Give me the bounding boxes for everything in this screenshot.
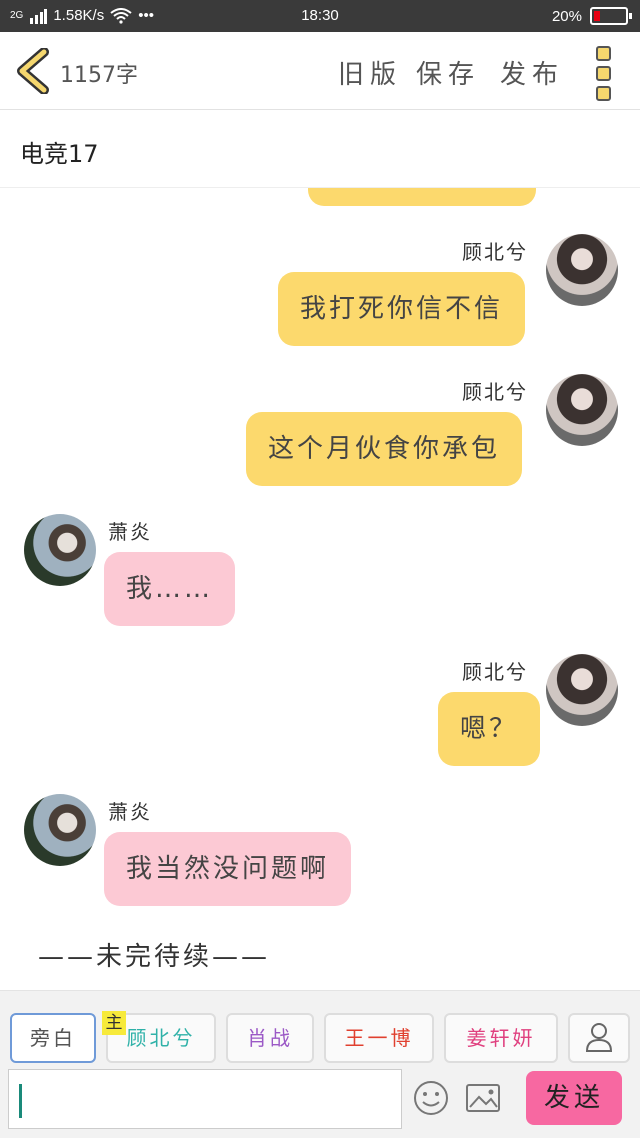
message-input[interactable] [8,1069,402,1129]
speaker-name: 顾北兮 [462,660,528,684]
old-version-button[interactable]: 旧版 [338,54,402,91]
chat-area[interactable]: 顾北兮 我打死你信不信 顾北兮 这个月伙食你承包 萧炎 我…… 顾北兮 嗯？ 萧… [0,188,640,988]
message-bubble[interactable]: 这个月伙食你承包 [246,412,523,486]
chapter-title-bar[interactable]: 电竞17 [0,110,640,188]
top-app-bar: 1157字 旧版 保存 发布 [0,32,640,110]
text-caret [19,1084,22,1118]
role-wangyibo[interactable]: 王一博 [324,1013,434,1063]
save-button[interactable]: 保存 [416,54,480,91]
chapter-title: 电竞17 [20,140,99,168]
add-role-button[interactable] [568,1013,630,1063]
role-narrator[interactable]: 旁白 [10,1013,96,1063]
avatar-xiaoyan[interactable] [24,794,96,866]
speaker-name: 顾北兮 [462,380,528,404]
word-count: 1157字 [60,63,138,88]
emoji-icon[interactable] [412,1079,450,1117]
person-icon [585,1023,613,1052]
composer-panel: 旁白 顾北兮 主 肖战 王一博 姜轩妍 发送 [0,990,640,1138]
message-bubble[interactable]: 我当然没问题啊 [104,832,352,906]
message-bubble-partial[interactable] [308,188,536,206]
role-xiaozhan[interactable]: 肖战 [226,1013,314,1063]
image-icon[interactable] [464,1079,502,1117]
avatar-xiaoyan[interactable] [24,514,96,586]
menu-dots-icon[interactable] [596,46,612,106]
status-bar: 2G 1.58K/s ••• 18:30 20% [0,0,640,32]
role-jiangxuanyan[interactable]: 姜轩妍 [444,1013,558,1063]
avatar-gubeixi[interactable] [546,654,618,726]
send-button[interactable]: 发送 [526,1071,622,1125]
message-bubble[interactable]: 我打死你信不信 [278,272,526,346]
publish-button[interactable]: 发布 [500,54,564,91]
main-role-badge: 主 [102,1011,126,1035]
battery-percent: 20% [551,7,582,25]
message-bubble[interactable]: 嗯？ [438,692,541,766]
message-bubble[interactable]: 我…… [104,552,236,626]
back-chevron-icon[interactable] [14,48,54,94]
battery-icon [590,7,632,25]
speaker-name: 萧炎 [108,800,152,824]
to-be-continued: ——未完待续—— [38,942,271,972]
avatar-gubeixi[interactable] [546,234,618,306]
speaker-name: 顾北兮 [462,240,528,264]
clock: 18:30 [301,7,339,24]
speaker-name: 萧炎 [108,520,152,544]
avatar-gubeixi[interactable] [546,374,618,446]
